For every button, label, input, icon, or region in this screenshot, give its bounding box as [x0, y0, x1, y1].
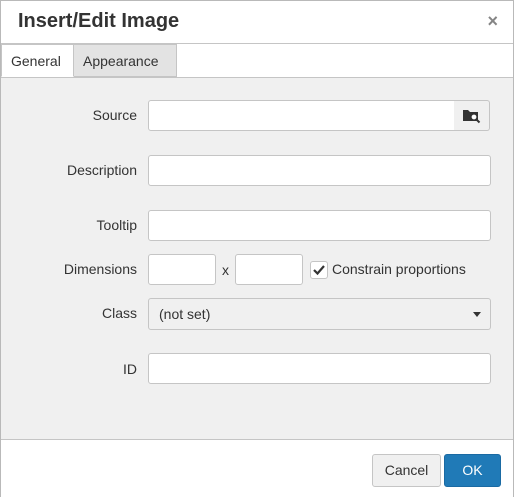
insert-edit-image-dialog: Insert/Edit Image × General Appearance S… — [0, 0, 514, 497]
class-label: Class — [101, 305, 137, 321]
constrain-proportions-label[interactable]: Constrain proportions — [332, 261, 466, 277]
dialog-titlebar: Insert/Edit Image × — [1, 1, 513, 44]
id-label: ID — [123, 361, 137, 377]
source-input[interactable] — [148, 100, 455, 131]
dialog-title: Insert/Edit Image — [18, 10, 180, 32]
chevron-down-icon — [473, 312, 481, 317]
description-label: Description — [66, 162, 137, 178]
height-input[interactable] — [235, 254, 303, 285]
constrain-proportions-checkbox[interactable] — [310, 261, 328, 279]
class-select-value: (not set) — [159, 306, 211, 322]
folder-search-icon — [463, 110, 481, 124]
tooltip-label: Tooltip — [96, 217, 137, 233]
tab-bar: General Appearance — [1, 44, 513, 78]
dialog-footer: Cancel OK — [1, 439, 513, 497]
tooltip-input[interactable] — [148, 210, 491, 241]
close-icon[interactable]: × — [487, 11, 498, 31]
checkmark-icon — [313, 265, 325, 276]
width-input[interactable] — [148, 254, 216, 285]
cancel-button[interactable]: Cancel — [372, 454, 441, 487]
ok-button[interactable]: OK — [444, 454, 501, 487]
tab-general[interactable]: General — [1, 44, 74, 77]
description-input[interactable] — [148, 155, 491, 186]
dimensions-label: Dimensions — [63, 261, 137, 277]
id-input[interactable] — [148, 353, 491, 384]
dimensions-separator: x — [222, 262, 229, 278]
tab-appearance[interactable]: Appearance — [74, 44, 177, 77]
class-select[interactable]: (not set) — [148, 298, 491, 330]
general-panel: Source Description Tooltip Dimensions x … — [1, 78, 513, 439]
browse-button[interactable] — [454, 100, 490, 131]
source-label: Source — [92, 107, 137, 123]
